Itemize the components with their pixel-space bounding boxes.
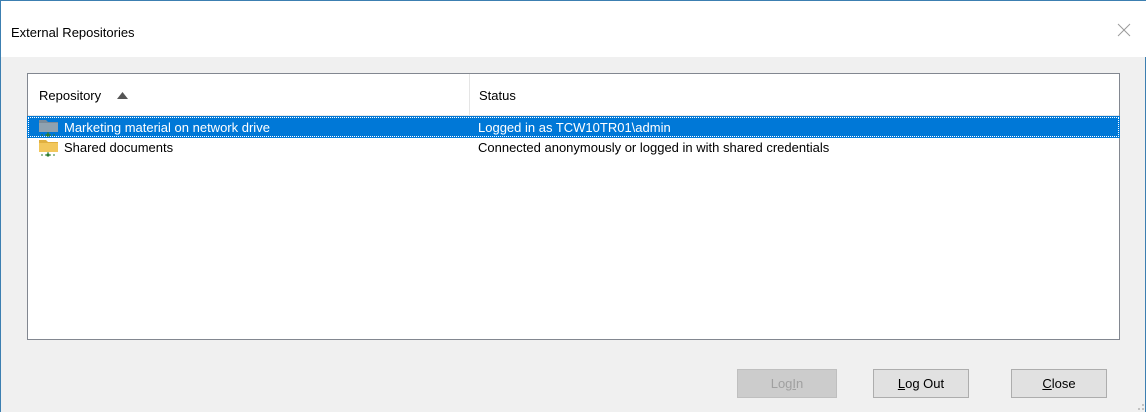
repository-list[interactable]: Repository Status Marketing material on … [27,73,1120,340]
status-text: Connected anonymously or logged in with … [478,139,830,155]
log-out-button[interactable]: Log Out [873,369,969,398]
network-folder-icon [38,137,60,157]
log-out-label-suffix: og Out [905,376,945,391]
column-header-status[interactable]: Status [470,74,1119,116]
close-label-accel: C [1042,376,1052,391]
log-in-label-suffix: n [796,376,804,391]
repository-cell: Shared documents [38,137,173,157]
status-cell: Connected anonymously or logged in with … [478,137,829,157]
column-header-repository-label: Repository [39,87,102,103]
window-title: External Repositories [11,25,135,40]
title-bar: External Repositories [1,1,1146,57]
network-folder-icon [38,117,60,137]
resize-grip-icon[interactable] [1133,399,1145,411]
list-item[interactable]: Marketing material on network drive Logg… [27,116,1120,138]
list-header: Repository Status [28,74,1119,116]
list-item[interactable]: Shared documents Connected anonymously o… [28,137,1119,157]
column-header-status-label: Status [479,87,516,103]
repository-cell: Marketing material on network drive [38,117,270,137]
external-repositories-dialog: External Repositories Repository Status [0,0,1146,412]
status-cell: Logged in as TCW10TR01\admin [478,117,671,137]
sort-ascending-icon [117,91,129,99]
repository-name: Marketing material on network drive [64,119,270,135]
close-button[interactable]: Close [1011,369,1107,398]
log-out-label-accel: L [897,376,906,391]
log-in-label-prefix: Log [770,376,793,391]
close-window-icon[interactable] [1114,20,1134,40]
column-header-repository[interactable]: Repository [28,74,470,116]
repository-name: Shared documents [64,139,174,155]
close-label-suffix: lose [1051,376,1076,391]
status-text: Logged in as TCW10TR01\admin [478,119,671,135]
log-in-button[interactable]: Log In [737,369,837,398]
